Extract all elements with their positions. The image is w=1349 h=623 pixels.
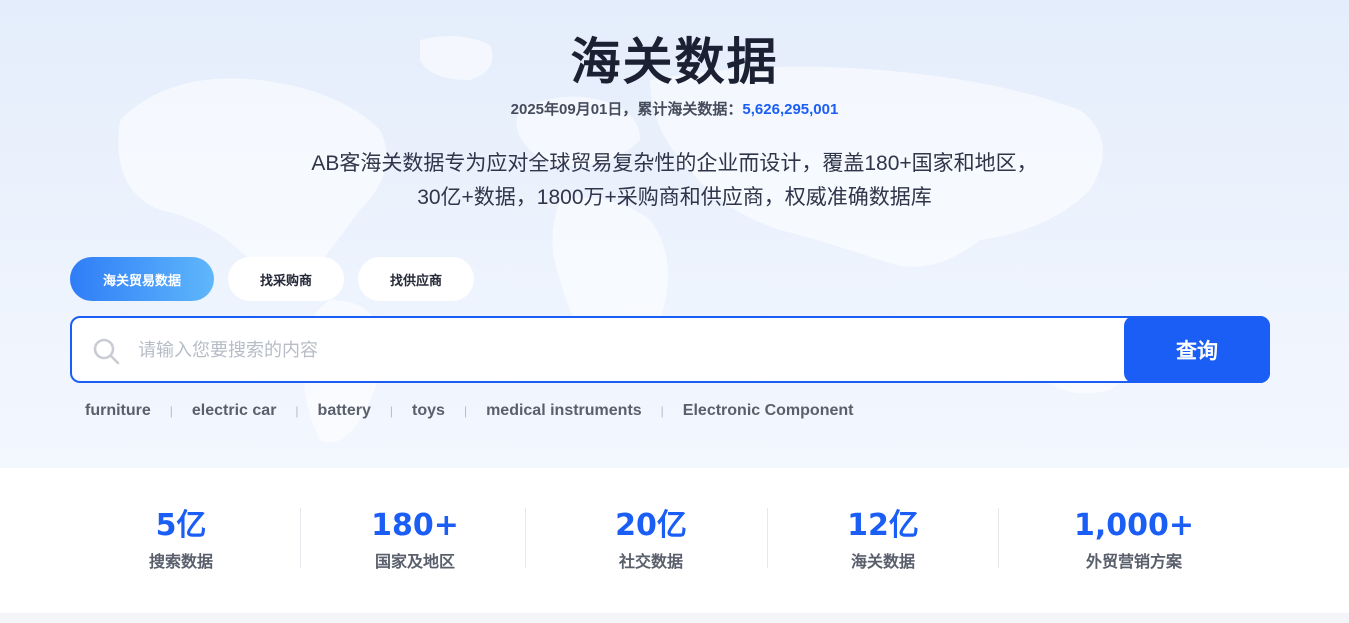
search-box: 查询 [70,316,1270,383]
keyword-medical-instruments[interactable]: medical instruments [486,402,642,420]
stat-label: 社交数据 [618,554,683,571]
search-input[interactable] [136,328,1120,373]
stat-value: 20亿 [615,508,687,543]
stat-search-data: 5亿 搜索数据 [101,508,261,572]
search-tabs: 海关贸易数据 找采购商 找供应商 [70,257,474,301]
keyword-separator: | [463,404,468,418]
total-count: 5,626,295,001 [742,101,839,118]
tab-customs-trade-data[interactable]: 海关贸易数据 [70,257,214,301]
stat-label: 海关数据 [850,554,915,571]
search-icon [93,338,120,365]
keyword-electronic-component[interactable]: Electronic Component [683,402,854,420]
stat-divider [767,508,768,568]
stat-divider [525,508,526,568]
description-line-1: AB客海关数据专为应对全球贸易复杂性的企业而设计，覆盖180+国家和地区， [311,152,1038,175]
stat-marketing-solutions: 1,000+ 外贸营销方案 [1044,508,1224,572]
keyword-separator: | [169,404,173,418]
page-title: 海关数据 [570,33,779,91]
stat-social-data: 20亿 社交数据 [571,508,731,572]
stat-label: 外贸营销方案 [1085,554,1182,571]
stat-value: 180+ [371,508,459,543]
search-button[interactable]: 查询 [1124,316,1270,383]
description: AB客海关数据专为应对全球贸易复杂性的企业而设计，覆盖180+国家和地区， 30… [0,147,1349,215]
hero-section: 海关数据 2025年09月01日，累计海关数据：5,626,295,001 AB… [0,0,1349,468]
stat-value: 12亿 [847,508,919,543]
keyword-separator: | [660,404,664,418]
stat-label: 国家及地区 [374,554,455,571]
tab-find-buyers[interactable]: 找采购商 [228,257,344,301]
tab-find-suppliers[interactable]: 找供应商 [358,257,474,301]
stats-bar: 5亿 搜索数据 180+ 国家及地区 20亿 社交数据 12亿 海关数据 1,0… [0,468,1349,613]
stat-divider [300,508,301,568]
stat-countries: 180+ 国家及地区 [335,508,495,572]
hot-keywords: furniture | electric car | battery | toy… [85,402,853,420]
stat-value: 1,000+ [1073,508,1195,543]
keyword-separator: | [295,404,299,418]
keyword-toys[interactable]: toys [412,402,445,420]
keyword-separator: | [389,404,394,418]
data-count-line: 2025年09月01日，累计海关数据：5,626,295,001 [0,98,1349,119]
stat-divider [998,508,999,568]
stat-customs-data: 12亿 海关数据 [803,508,963,572]
description-line-2: 30亿+数据，1800万+采购商和供应商，权威准确数据库 [417,186,932,209]
keyword-furniture[interactable]: furniture [85,402,151,420]
keyword-battery[interactable]: battery [318,402,371,420]
bottom-strip [0,613,1349,623]
date-prefix: 2025年09月01日，累计海关数据： [510,101,743,118]
keyword-electric-car[interactable]: electric car [192,402,277,420]
stat-value: 5亿 [155,508,207,543]
stat-label: 搜索数据 [148,554,213,571]
